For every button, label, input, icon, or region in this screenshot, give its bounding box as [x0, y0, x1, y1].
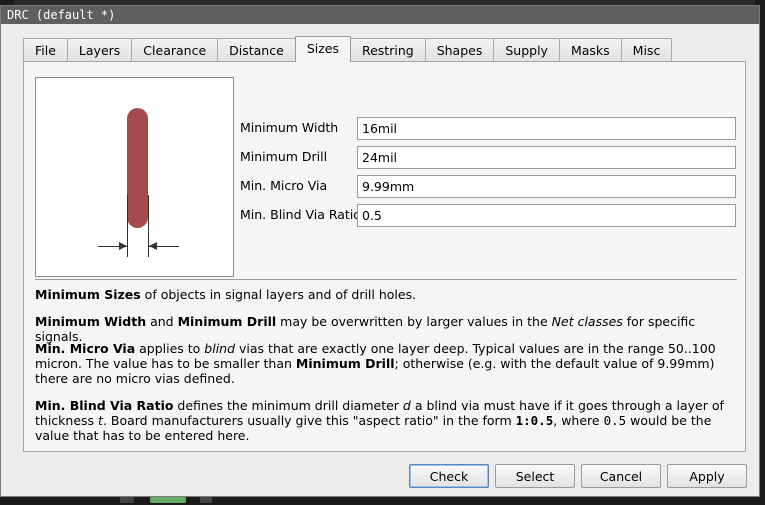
min-width-input[interactable] [357, 117, 736, 140]
apply-button[interactable]: Apply [667, 464, 747, 488]
desc-text: , where [553, 413, 604, 428]
desc-text: . Board manufacturers usually give this … [102, 413, 516, 428]
trace-illustration [127, 108, 148, 228]
min-drill-label: Minimum Drill [240, 149, 328, 164]
tab-distance[interactable]: Distance [217, 38, 296, 62]
min-blind-via-ratio-input[interactable] [357, 204, 736, 227]
description-minimum-sizes: Minimum Sizes of objects in signal layer… [35, 287, 740, 302]
cancel-button[interactable]: Cancel [581, 464, 661, 488]
desc-text: and [146, 314, 178, 329]
desc-bold: Min. Blind Via Ratio [35, 398, 174, 413]
desc-bold: Minimum Drill [177, 314, 277, 329]
desc-bold: Minimum Width [35, 314, 147, 329]
description-blind-via-ratio: Min. Blind Via Ratio defines the minimum… [35, 398, 740, 443]
desc-text: may be overwritten by larger values in t… [276, 314, 552, 329]
separator [35, 279, 737, 280]
min-width-label: Minimum Width [240, 120, 339, 135]
dimension-arrow-right [149, 242, 157, 250]
desc-text: applies to [135, 341, 205, 356]
desc-italic: Net classes [551, 314, 623, 329]
tab-file[interactable]: File [23, 38, 68, 62]
tab-clearance[interactable]: Clearance [131, 38, 219, 62]
desc-mono-bold: 1:0.5 [515, 413, 554, 428]
dialog-title: DRC (default *) [1, 6, 759, 24]
desc-mono: 0.5 [603, 413, 627, 428]
dimension-line-left [127, 195, 128, 257]
tab-bar: File Layers Clearance Distance Sizes Res… [23, 36, 673, 62]
min-micro-via-label: Min. Micro Via [240, 178, 328, 193]
description-micro-via: Min. Micro Via applies to blind vias tha… [35, 341, 740, 386]
desc-text: defines the minimum drill diameter [173, 398, 403, 413]
sizes-panel: Minimum Width Minimum Drill Min. Micro V… [23, 61, 746, 452]
dimension-arrow-left [119, 242, 127, 250]
desc-bold: Minimum Sizes [35, 287, 141, 302]
min-blind-via-ratio-label: Min. Blind Via Ratio [240, 207, 361, 222]
min-drill-input[interactable] [357, 146, 736, 169]
description-width-drill: Minimum Width and Minimum Drill may be o… [35, 314, 740, 344]
desc-italic: blind [204, 341, 236, 356]
size-preview-image [35, 77, 234, 277]
tab-layers[interactable]: Layers [66, 38, 133, 62]
tab-sizes[interactable]: Sizes [294, 36, 351, 62]
tab-supply[interactable]: Supply [493, 38, 560, 62]
tab-shapes[interactable]: Shapes [424, 38, 495, 62]
drc-dialog: DRC (default *) File Layers Clearance Di… [0, 5, 760, 497]
tab-masks[interactable]: Masks [558, 38, 622, 62]
tab-restring[interactable]: Restring [349, 38, 426, 62]
min-micro-via-input[interactable] [357, 175, 736, 198]
select-button[interactable]: Select [495, 464, 575, 488]
desc-italic: d [402, 398, 411, 413]
desc-bold: Min. Micro Via [35, 341, 136, 356]
desc-text: of objects in signal layers and of drill… [140, 287, 417, 302]
check-button[interactable]: Check [409, 464, 489, 488]
desc-bold: Minimum Drill [295, 356, 395, 371]
tab-misc[interactable]: Misc [620, 38, 673, 62]
